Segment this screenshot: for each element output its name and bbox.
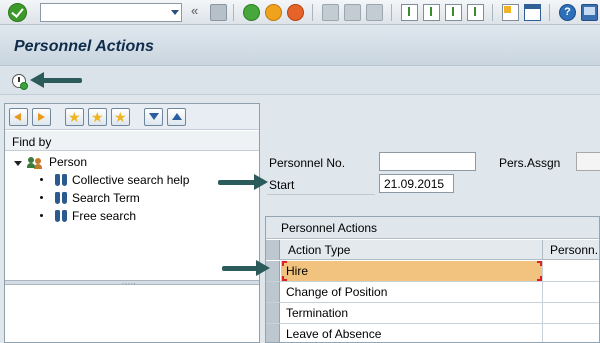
focus-corner <box>537 276 542 281</box>
print-icon[interactable] <box>322 4 339 21</box>
label-underline <box>267 194 375 195</box>
table-row[interactable]: Change of Position <box>266 282 599 303</box>
checkbox-cell[interactable] <box>543 261 599 281</box>
focus-corner <box>282 261 287 266</box>
binoculars-icon <box>55 192 67 205</box>
object-navigator: ★ ★ ★ Find by Person Collective search h… <box>4 103 260 343</box>
toolbar-divider <box>549 4 550 21</box>
checkbox-cell[interactable] <box>543 282 599 302</box>
next-page-icon[interactable] <box>445 4 462 21</box>
back-icon[interactable] <box>243 4 260 21</box>
last-page-icon[interactable] <box>467 4 484 21</box>
focus-corner <box>282 276 287 281</box>
favorites-button[interactable]: ★ <box>88 108 107 126</box>
collapse-icon <box>172 113 182 120</box>
column-header-action-type[interactable]: Action Type <box>281 240 543 260</box>
arrow-right-icon <box>38 113 45 121</box>
table-title: Personnel Actions <box>266 217 599 239</box>
toolbar-divider <box>312 4 313 21</box>
action-type-cell[interactable]: Termination <box>281 303 543 323</box>
personnel-no-label: Personnel No. <box>269 156 346 170</box>
find-by-header: Find by <box>5 131 259 151</box>
table-row[interactable]: Termination <box>266 303 599 324</box>
enter-icon[interactable] <box>8 3 27 22</box>
row-selector[interactable] <box>266 282 280 302</box>
next-object-button[interactable] <box>32 108 51 126</box>
help-icon[interactable]: ? <box>559 4 576 21</box>
table-header: Action Type Personn... <box>266 240 599 260</box>
action-type-cell[interactable]: Change of Position <box>281 282 543 302</box>
annotation-arrow <box>222 260 270 276</box>
cancel-icon[interactable] <box>287 4 304 21</box>
binoculars-icon <box>55 210 67 223</box>
page-title: Personnel Actions <box>14 38 154 55</box>
chevron-down-icon[interactable] <box>171 10 179 15</box>
pers-assgn-label: Pers.Assgn <box>499 156 561 170</box>
action-type-cell[interactable]: Leave of Absence <box>281 324 543 342</box>
find-next-icon[interactable] <box>366 4 383 21</box>
previous-object-button[interactable] <box>9 108 28 126</box>
splitter-grip: ..... <box>122 279 137 286</box>
tree-node-person[interactable]: Person <box>5 154 259 172</box>
start-date-field[interactable]: 21.09.2015 <box>379 174 454 193</box>
checkbox-cell[interactable] <box>543 324 599 342</box>
application-toolbar <box>0 67 600 95</box>
bullet-icon <box>40 214 43 217</box>
binoculars-icon <box>55 174 67 187</box>
focus-corner <box>537 261 542 266</box>
table-row[interactable]: Leave of Absence <box>266 324 599 342</box>
expanded-node-icon[interactable] <box>14 161 22 166</box>
bullet-icon <box>40 196 43 199</box>
row-selector[interactable] <box>266 324 280 342</box>
person-icon <box>27 157 43 169</box>
navigator-toolbar: ★ ★ ★ <box>5 104 259 130</box>
annotation-arrow <box>218 174 268 190</box>
action-type-cell[interactable]: Hire <box>281 261 543 281</box>
checkbox-cell[interactable] <box>543 303 599 323</box>
personnel-actions-table: Personnel Actions Action Type Personn...… <box>265 216 600 343</box>
create-session-icon[interactable] <box>502 4 519 21</box>
tree-node-label: Search Term <box>72 191 140 205</box>
star-icon: ★ <box>91 109 104 125</box>
execute-icon[interactable] <box>12 74 28 90</box>
exit-icon[interactable] <box>265 4 282 21</box>
favorite-settings-button[interactable]: ★ <box>111 108 130 126</box>
expand-navigation-button[interactable] <box>144 108 163 126</box>
title-bar: Personnel Actions <box>0 26 600 66</box>
star-settings-icon: ★ <box>114 109 127 125</box>
column-header-personnel[interactable]: Personn... <box>543 240 599 260</box>
system-toolbar: « ? <box>0 0 600 25</box>
bullet-icon <box>40 178 43 181</box>
collapse-navigation-button[interactable] <box>167 108 186 126</box>
tree-node-label: Free search <box>72 209 137 223</box>
tree-node-label: Collective search help <box>72 173 190 187</box>
star-plus-icon: ★ <box>68 109 81 125</box>
find-icon[interactable] <box>344 4 361 21</box>
tree-node-free-search[interactable]: Free search <box>5 208 259 226</box>
add-favorite-button[interactable]: ★ <box>65 108 84 126</box>
toolbar-divider <box>391 4 392 21</box>
shortcut-icon[interactable] <box>524 4 541 21</box>
annotation-arrow <box>30 72 82 88</box>
command-field[interactable] <box>40 3 182 22</box>
select-all-cell[interactable] <box>266 240 280 260</box>
save-icon[interactable] <box>210 4 227 21</box>
tree-node-search-term[interactable]: Search Term <box>5 190 259 208</box>
expand-icon <box>149 113 159 120</box>
pers-assgn-field[interactable] <box>576 152 600 171</box>
start-label: Start <box>269 178 295 192</box>
first-page-icon[interactable] <box>401 4 418 21</box>
customize-layout-icon[interactable] <box>581 4 598 21</box>
tree-node-label: Person <box>49 155 88 169</box>
collapse-toolbar-icon[interactable]: « <box>191 3 198 18</box>
panel-splitter[interactable]: ..... <box>5 279 259 286</box>
toolbar-divider <box>233 4 234 21</box>
previous-page-icon[interactable] <box>423 4 440 21</box>
personnel-no-field[interactable] <box>379 152 476 171</box>
row-selector[interactable] <box>266 303 280 323</box>
table-row[interactable]: Hire <box>266 261 599 282</box>
toolbar-divider <box>492 4 493 21</box>
arrow-left-icon <box>14 113 21 121</box>
